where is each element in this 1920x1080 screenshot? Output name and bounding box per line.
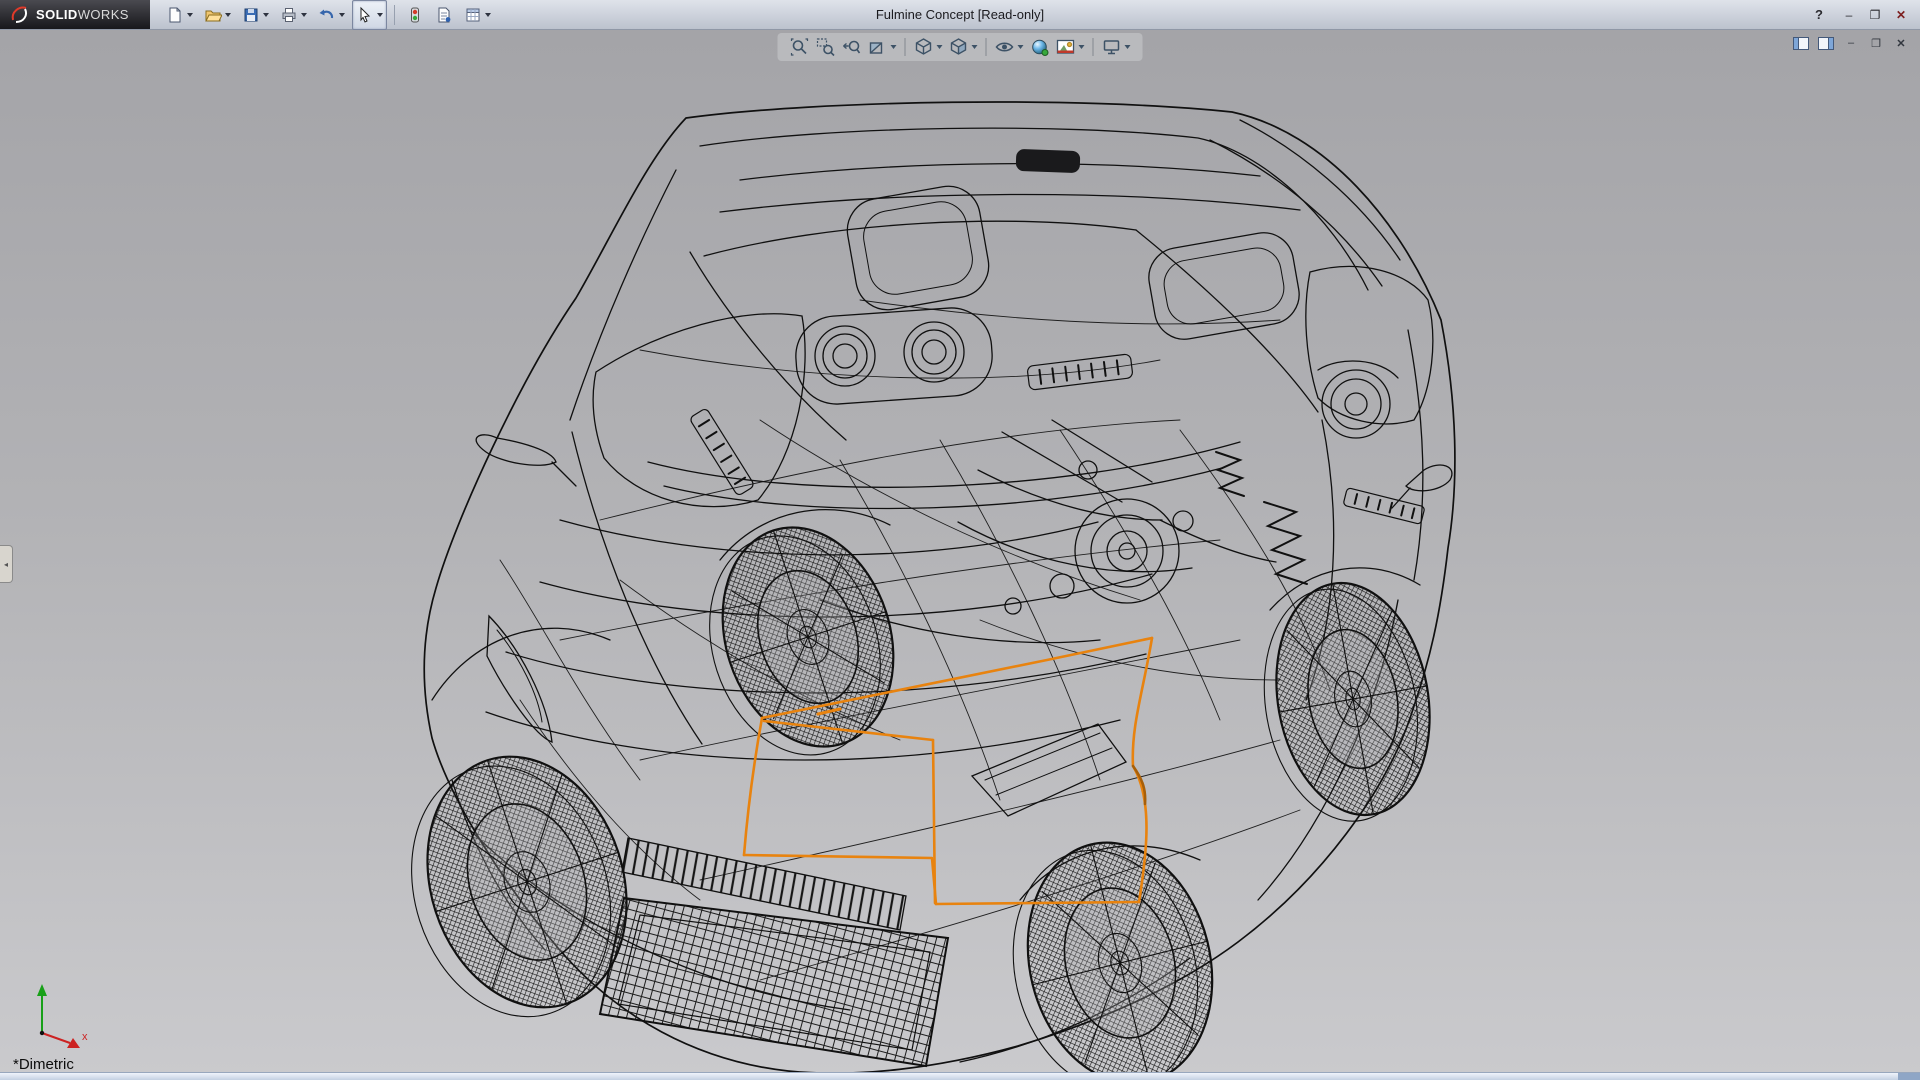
zoom-to-fit-button[interactable] [788,35,812,59]
edit-appearance-button[interactable] [1028,35,1052,59]
dash-gauges [793,305,995,406]
heads-up-view-toolbar [778,33,1143,61]
view-orientation-button[interactable] [912,35,945,59]
document-minimize-button[interactable]: – [1842,35,1860,51]
undo-icon [318,6,336,24]
file-properties-icon [435,6,453,24]
rebuild-trafficlight-icon [406,6,424,24]
right-headlamp [1318,361,1398,438]
section-view-dropdown-arrow[interactable] [891,45,897,49]
orientation-triad: x [37,984,88,1048]
display-pane-toggle-button[interactable] [1817,35,1835,51]
view-orientation-cube-icon [914,37,934,57]
select-cursor-icon [356,6,374,24]
standard-toolbar [150,0,495,30]
feature-pane-toggle-button[interactable] [1792,35,1810,51]
save-dropdown-arrow[interactable] [263,13,269,17]
maximize-button[interactable]: ❐ [1864,5,1886,24]
solidworks-app: SOLIDWORKS [0,0,1920,1080]
new-document-icon [166,6,184,24]
drivetrain-detail [820,420,1307,643]
section-view-icon [868,37,888,57]
resize-grip[interactable] [1898,1073,1920,1080]
featuremanager-collapsed-tab[interactable]: ◂ [0,545,13,583]
open-document-button[interactable] [200,0,235,30]
window-controls: ? – ❐ ✕ [1810,5,1920,24]
zoom-to-fit-icon [790,37,810,57]
new-dropdown-arrow[interactable] [187,13,193,17]
apply-scene-dropdown-arrow[interactable] [1079,45,1085,49]
model-canvas[interactable]: x [0,29,1920,1080]
left-side-badge [689,408,755,497]
section-view-button[interactable] [866,35,899,59]
help-button[interactable]: ? [1810,6,1828,24]
print-dropdown-arrow[interactable] [301,13,307,17]
display-style-cube-icon [949,37,969,57]
edit-appearance-sphere-icon [1030,37,1050,57]
zoom-to-area-button[interactable] [814,35,838,59]
previous-view-icon [842,37,862,57]
triad-x-label: x [82,1031,88,1043]
previous-view-button[interactable] [840,35,864,59]
options-dropdown-arrow[interactable] [485,13,491,17]
document-window-controls: – ❐ ✕ [1792,35,1910,51]
options-button[interactable] [460,0,495,30]
save-button[interactable] [238,0,273,30]
wheel-rear-right [1246,571,1448,834]
brand-text: SOLIDWORKS [36,7,129,22]
wheel-front-right [988,823,1238,1080]
select-dropdown-arrow[interactable] [377,13,383,17]
hud-separator [986,38,987,56]
hood-badge [1027,354,1133,390]
solidworks-logo-icon [10,5,30,25]
close-button[interactable]: ✕ [1890,5,1912,24]
print-icon [280,6,298,24]
solidworks-logo: SOLIDWORKS [0,0,150,29]
undo-button[interactable] [314,0,349,30]
display-style-button[interactable] [947,35,980,59]
document-close-button[interactable]: ✕ [1892,35,1910,51]
hud-separator [905,38,906,56]
rebuild-button[interactable] [402,0,428,30]
view-settings-icon [1102,37,1122,57]
open-folder-icon [204,6,222,24]
display-pane-icon [1818,37,1834,50]
hide-show-eye-icon [995,37,1015,57]
apply-scene-icon [1056,37,1076,57]
hud-separator [1093,38,1094,56]
options-grid-icon [464,6,482,24]
apply-scene-button[interactable] [1054,35,1087,59]
minimize-button[interactable]: – [1838,5,1860,24]
view-orientation-label: *Dimetric [13,1056,74,1073]
hide-show-dropdown-arrow[interactable] [1018,45,1024,49]
toolbar-separator [394,5,395,25]
new-document-button[interactable] [162,0,197,30]
display-style-dropdown-arrow[interactable] [972,45,978,49]
document-restore-button[interactable]: ❐ [1867,35,1885,51]
car-wireframe [379,102,1455,1080]
undo-dropdown-arrow[interactable] [339,13,345,17]
view-orientation-dropdown-arrow[interactable] [937,45,943,49]
feature-pane-icon [1793,37,1809,50]
print-button[interactable] [276,0,311,30]
right-sill-badge [1343,488,1425,525]
status-bar [0,1072,1920,1080]
title-bar: SOLIDWORKS [0,0,1920,30]
zoom-to-area-icon [816,37,836,57]
wheel-rear-left [681,505,922,777]
save-icon [242,6,260,24]
file-properties-button[interactable] [431,0,457,30]
select-tool-button[interactable] [352,0,387,30]
left-mirror [476,435,576,486]
open-dropdown-arrow[interactable] [225,13,231,17]
hide-show-items-button[interactable] [993,35,1026,59]
view-settings-dropdown-arrow[interactable] [1125,45,1131,49]
view-settings-button[interactable] [1100,35,1133,59]
